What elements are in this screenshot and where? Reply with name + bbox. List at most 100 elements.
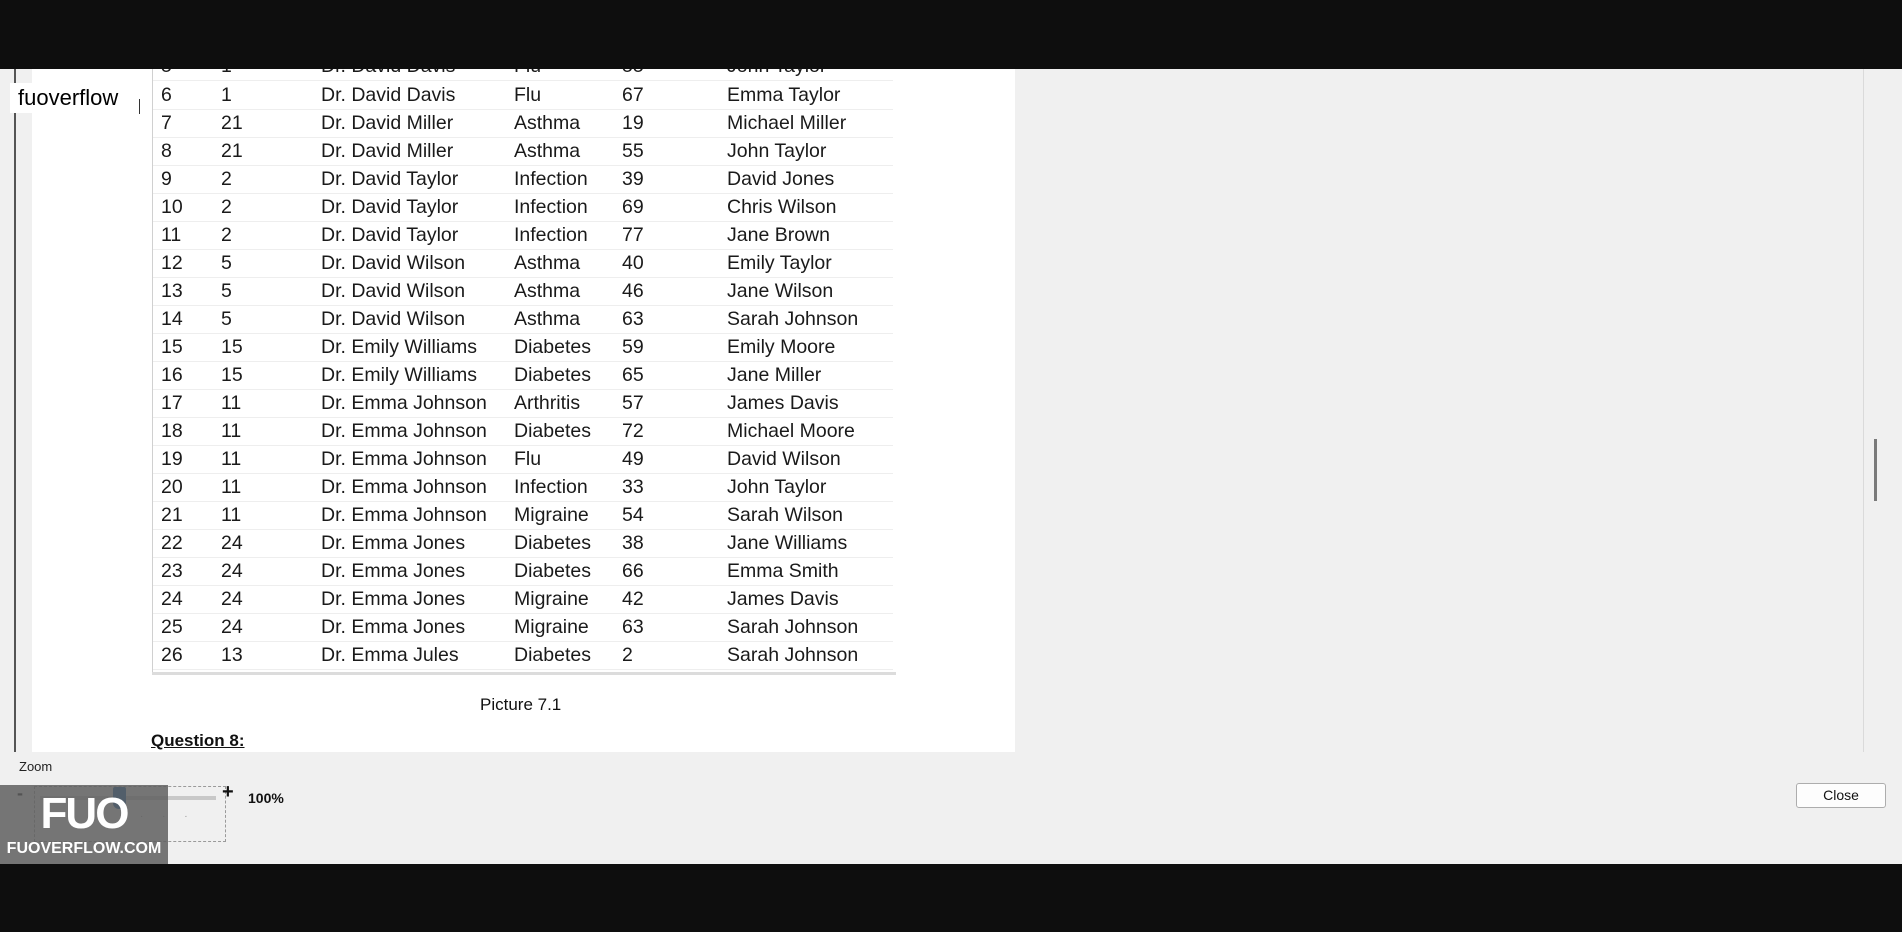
zoom-value: 100% [248, 790, 284, 806]
doctor-name-cell: Dr. Emily Williams [321, 336, 477, 358]
viewer-window: 51Dr. David DavisFlu55John Taylor61Dr. D… [0, 69, 1902, 864]
doctor-name-cell: Dr. Emma Johnson [321, 420, 487, 442]
doctor-id-cell: 5 [221, 308, 232, 330]
doctor-id-cell: 21 [221, 140, 243, 162]
disease-cell: Asthma [514, 280, 581, 302]
table-row: 12 5 Dr. David Wilson Asthma 40 Emily Taylor [153, 249, 893, 278]
doctor-name-cell: Dr. David Wilson [321, 252, 466, 274]
patient-name-cell: Jane Williams [727, 532, 848, 554]
age-cell: 63 [622, 308, 644, 330]
row-index-cell: 5 [161, 69, 172, 80]
row-index-cell: 15 [161, 336, 183, 358]
doctor-id-cell: 5 [221, 252, 232, 274]
doctor-id-cell: 11 [221, 420, 242, 442]
patient-name-cell: Chris Wilson [727, 196, 837, 218]
row-index-cell: 13 [161, 280, 183, 302]
row-index-cell: 6 [161, 84, 172, 106]
table-row: 14 5 Dr. David Wilson Asthma 63 Sarah Johnson [153, 305, 893, 334]
age-cell: 40 [622, 252, 644, 274]
table-row: 8 21 Dr. David Miller Asthma 55 John Taylor [153, 137, 893, 166]
logo-mark: FUO [40, 789, 130, 838]
doctor-id-cell: 2 [221, 196, 232, 218]
age-cell: 65 [622, 364, 644, 386]
table-row: 16 15 Dr. Emily Williams Diabetes 65 Jane Mil… [153, 361, 893, 390]
table-row: 26 13 Dr. Emma Jules Diabetes 2 Sarah Johnson [153, 641, 893, 670]
table-row: 23 24 Dr. Emma Jones Diabetes 66 Emma Smith [153, 557, 893, 586]
age-cell: 67 [622, 84, 644, 106]
age-cell: 46 [622, 280, 644, 302]
text-cursor [139, 99, 140, 114]
document-viewport[interactable]: 51Dr. David DavisFlu55John Taylor61Dr. D… [32, 69, 1015, 752]
table-row: 11 2 Dr. David Taylor Infection 77 Jane Brown [153, 221, 893, 250]
disease-cell: Diabetes [514, 644, 591, 666]
watermark-logo: FUO FUOVERFLOW.COM [0, 785, 168, 864]
patient-name-cell: Sarah Johnson [727, 644, 859, 666]
doctor-name-cell: Dr. Emma Jones [321, 560, 466, 582]
patient-name-cell: John Taylor [727, 140, 827, 162]
age-cell: 55 [622, 140, 644, 162]
doctor-id-cell: 24 [221, 560, 243, 582]
doctor-name-cell: Dr. Emma Johnson [321, 448, 487, 470]
patient-name-cell: Emma Taylor [727, 84, 841, 106]
table-row: 10 2 Dr. David Taylor Infection 69 Chris Wils… [153, 193, 893, 222]
row-index-cell: 7 [161, 112, 172, 134]
patient-name-cell: Jane Miller [727, 364, 822, 386]
row-index-cell: 8 [161, 140, 172, 162]
row-index-cell: 17 [161, 392, 183, 414]
age-cell: 77 [622, 224, 644, 246]
patient-name-cell: David Wilson [727, 448, 841, 470]
age-cell: 72 [622, 420, 644, 442]
close-button[interactable]: Close [1796, 783, 1886, 808]
doctor-name-cell: Dr. David Taylor [321, 168, 459, 190]
row-index-cell: 24 [161, 588, 183, 610]
doctor-name-cell: Dr. Emma Johnson [321, 476, 487, 498]
viewport-right-border [1863, 69, 1864, 752]
age-cell: 42 [622, 588, 644, 610]
row-index-cell: 11 [161, 224, 182, 246]
doctor-id-cell: 13 [221, 644, 243, 666]
table-row: 7 21 Dr. David Miller Asthma 19 Michael Mille… [153, 109, 893, 138]
doctor-id-cell: 5 [221, 280, 232, 302]
zoom-in-button[interactable]: + [222, 781, 234, 804]
patient-name-cell: David Jones [727, 168, 835, 190]
doctor-name-cell: Dr. David Wilson [321, 308, 466, 330]
age-cell: 55 [622, 69, 644, 80]
disease-cell: Flu [514, 69, 541, 80]
disease-cell: Migraine [514, 616, 589, 638]
row-index-cell: 22 [161, 532, 183, 554]
patient-name-cell: John Taylor [727, 476, 827, 498]
age-cell: 69 [622, 196, 644, 218]
doctor-name-cell: Dr. David Taylor [321, 196, 459, 218]
doctor-id-cell: 24 [221, 616, 243, 638]
patient-name-cell: Michael Miller [727, 112, 847, 134]
patient-name-cell: James Davis [727, 588, 839, 610]
disease-cell: Asthma [514, 112, 581, 134]
doctor-name-cell: Dr. David Taylor [321, 224, 459, 246]
age-cell: 59 [622, 336, 644, 358]
doctor-id-cell: 11 [221, 448, 242, 470]
row-index-cell: 14 [161, 308, 183, 330]
patient-name-cell: Sarah Johnson [727, 616, 859, 638]
doctor-id-cell: 11 [221, 504, 242, 526]
doctor-name-cell: Dr. Emma Jones [321, 616, 466, 638]
patient-name-cell: Michael Moore [727, 420, 855, 442]
disease-cell: Infection [514, 168, 588, 190]
disease-cell: Arthritis [514, 392, 581, 414]
disease-cell: Infection [514, 196, 588, 218]
disease-cell: Flu [514, 448, 542, 470]
doctor-id-cell: 15 [221, 364, 243, 386]
doctor-id-cell: 15 [221, 336, 243, 358]
logo-site-text: FUOVERFLOW.COM [6, 840, 162, 857]
patient-name-cell: Sarah Johnson [727, 308, 859, 330]
table-row: 18 11 Dr. Emma Johnson Diabetes 72 Michael Mo… [153, 417, 893, 446]
table-row: 20 11 Dr. Emma Johnson Infection 33 John Tayl… [153, 473, 893, 502]
doctor-name-cell: Dr. David Wilson [321, 280, 466, 302]
row-index-cell: 10 [161, 196, 183, 218]
age-cell: 33 [622, 476, 644, 498]
patient-name-cell: Sarah Wilson [727, 504, 843, 526]
patient-name-cell: Jane Wilson [727, 280, 834, 302]
zoom-label: Zoom [19, 759, 53, 774]
vertical-scrollbar-thumb[interactable] [1874, 439, 1877, 501]
age-cell: 57 [622, 392, 644, 414]
doctor-name-cell: Dr. Emma Jules [321, 644, 459, 666]
